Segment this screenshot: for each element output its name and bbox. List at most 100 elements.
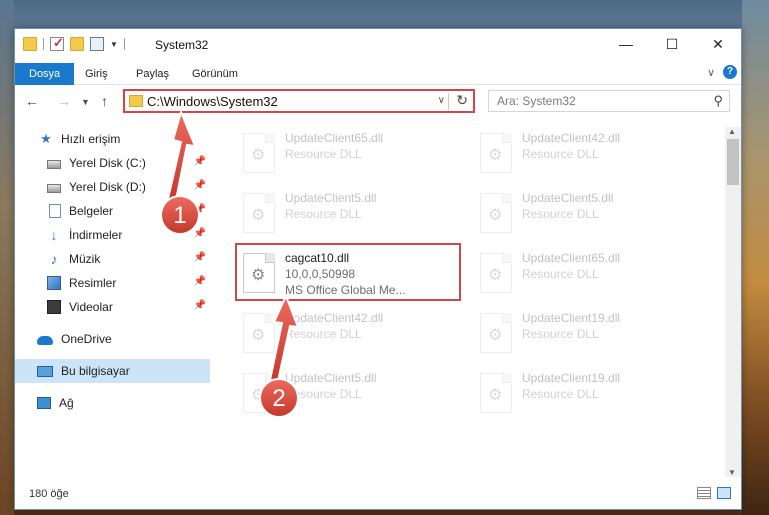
file-item[interactable]: ⚙ UpdateClient19.dll Resource DLL <box>474 365 700 423</box>
pin-icon[interactable]: 📌 <box>194 228 206 239</box>
file-item[interactable]: ⚙ UpdateClient5.dll Resource DLL <box>474 185 700 243</box>
file-item[interactable]: ⚙ UpdateClient19.dll Resource DLL <box>474 305 700 363</box>
window-title: System32 <box>155 38 209 52</box>
file-name: UpdateClient65.dll <box>285 131 384 145</box>
downloads-icon: ↓ <box>50 227 58 243</box>
refresh-icon[interactable]: ↻ <box>456 92 468 109</box>
file-item[interactable]: ⚙ UpdateClient5.dll Resource DLL <box>237 365 463 423</box>
recent-locations-dropdown[interactable]: ▼ <box>81 97 90 107</box>
sidebar-item-this-pc[interactable]: Bu bilgisayar <box>15 359 210 383</box>
dll-file-icon: ⚙ <box>243 193 275 233</box>
tab-file[interactable]: Dosya <box>15 63 75 85</box>
customize-toolbar-dropdown[interactable]: ▼ <box>110 40 118 49</box>
sidebar-item-label: Belgeler <box>69 204 114 218</box>
tab-home[interactable]: Giriş <box>74 63 119 85</box>
file-type: Resource DLL <box>522 327 599 341</box>
properties-icon[interactable] <box>90 37 104 51</box>
maximize-button[interactable]: ☐ <box>649 29 695 59</box>
file-version: 10,0,0,50998 <box>285 267 356 281</box>
explorer-window: ▼ System32 — ☐ ✕ Dosya Giriş Paylaş Görü… <box>14 28 742 510</box>
file-item[interactable]: ⚙ UpdateClient65.dll Resource DLL <box>474 245 700 303</box>
search-icon[interactable]: ⚲ <box>713 93 723 109</box>
dll-file-icon: ⚙ <box>243 133 275 173</box>
minimize-button[interactable]: — <box>603 29 649 59</box>
sidebar-item-label: Hızlı erişim <box>61 132 121 146</box>
properties-check-icon[interactable] <box>50 35 64 51</box>
navigation-pane: ★ Hızlı erişim Yerel Disk (C:) 📌 Yerel D… <box>15 125 210 485</box>
sidebar-item-local-disk-d[interactable]: Yerel Disk (D:) 📌 <box>15 175 210 199</box>
help-icon[interactable]: ? <box>723 65 737 79</box>
pin-icon[interactable]: 📌 <box>194 276 206 287</box>
pin-icon[interactable]: 📌 <box>194 204 206 215</box>
sidebar-item-videos[interactable]: Videolar 📌 <box>15 295 210 319</box>
file-name: UpdateClient5.dll <box>285 371 377 385</box>
close-button[interactable]: ✕ <box>695 29 741 59</box>
sidebar-item-label: Yerel Disk (D:) <box>69 180 146 194</box>
tab-view[interactable]: Görünüm <box>181 63 249 85</box>
pin-icon[interactable]: 📌 <box>194 252 206 263</box>
expand-ribbon-icon[interactable]: ∨ <box>707 66 715 79</box>
file-type: Resource DLL <box>285 147 362 161</box>
pin-icon[interactable]: 📌 <box>194 180 206 191</box>
scroll-up-icon[interactable]: ▲ <box>728 127 736 136</box>
pictures-icon <box>47 276 61 290</box>
network-icon <box>37 397 51 409</box>
details-view-icon[interactable] <box>697 487 711 499</box>
file-name: UpdateClient5.dll <box>522 191 614 205</box>
forward-arrow-icon[interactable]: → <box>57 93 71 109</box>
file-item[interactable]: ⚙ UpdateClient42.dll Resource DLL <box>474 125 700 183</box>
address-bar[interactable]: C:\Windows\System32 ∨ ↻ <box>123 89 475 113</box>
dll-file-icon: ⚙ <box>480 313 512 353</box>
sidebar-item-label: Bu bilgisayar <box>61 364 130 378</box>
sidebar-item-onedrive[interactable]: OneDrive <box>15 327 210 351</box>
drive-icon <box>47 184 61 193</box>
status-bar: 180 öğe <box>15 481 741 509</box>
sidebar-item-documents[interactable]: Belgeler 📌 <box>15 199 210 223</box>
file-description: MS Office Global Me... <box>285 283 406 297</box>
sidebar-item-quick-access[interactable]: ★ Hızlı erişim <box>15 127 210 151</box>
tab-share[interactable]: Paylaş <box>125 63 180 85</box>
up-arrow-icon[interactable]: ↑ <box>101 93 108 109</box>
file-type: Resource DLL <box>522 207 599 221</box>
file-type: Resource DLL <box>285 387 362 401</box>
search-input[interactable]: Ara: System32 ⚲ <box>488 90 730 112</box>
dll-file-icon: ⚙ <box>480 373 512 413</box>
address-path[interactable]: C:\Windows\System32 <box>147 94 278 109</box>
quick-access-toolbar: ▼ <box>23 35 125 51</box>
sidebar-item-label: Ağ <box>59 396 74 410</box>
address-history-dropdown[interactable]: ∨ <box>438 95 445 106</box>
scroll-thumb[interactable] <box>727 139 739 185</box>
file-type: Resource DLL <box>285 327 362 341</box>
sidebar-item-local-disk-c[interactable]: Yerel Disk (C:) 📌 <box>15 151 210 175</box>
desktop-wallpaper-left <box>0 0 14 515</box>
sidebar-item-label: Müzik <box>69 252 101 266</box>
vertical-scrollbar[interactable]: ▲ ▼ <box>725 127 741 477</box>
folder-icon <box>23 37 37 51</box>
file-name: cagcat10.dll <box>285 251 350 265</box>
file-type: Resource DLL <box>522 267 599 281</box>
onedrive-icon <box>37 336 53 345</box>
sidebar-item-music[interactable]: ♪ Müzik 📌 <box>15 247 210 271</box>
videos-icon <box>47 300 61 314</box>
file-name: UpdateClient19.dll <box>522 371 621 385</box>
file-item[interactable]: ⚙ UpdateClient42.dll Resource DLL <box>237 305 463 363</box>
tiles-view-icon[interactable] <box>717 487 731 499</box>
scroll-down-icon[interactable]: ▼ <box>728 468 736 477</box>
window-controls: — ☐ ✕ <box>603 29 741 59</box>
pin-icon[interactable]: 📌 <box>194 156 206 167</box>
sidebar-item-downloads[interactable]: ↓ İndirmeler 📌 <box>15 223 210 247</box>
sidebar-item-label: Resimler <box>69 276 117 290</box>
toolbar-divider <box>43 38 44 50</box>
sidebar-item-label: İndirmeler <box>69 228 123 242</box>
star-icon: ★ <box>40 131 52 146</box>
ribbon-right: ∨ ? <box>707 65 737 79</box>
new-folder-icon[interactable] <box>70 37 84 51</box>
sidebar-item-network[interactable]: Ağ <box>15 391 210 415</box>
file-item[interactable]: ⚙ UpdateClient65.dll Resource DLL <box>237 125 463 183</box>
pin-icon[interactable]: 📌 <box>194 300 206 311</box>
file-item[interactable]: ⚙ UpdateClient5.dll Resource DLL <box>237 185 463 243</box>
sidebar-item-pictures[interactable]: Resimler 📌 <box>15 271 210 295</box>
file-item-cagcat10[interactable]: ⚙ cagcat10.dll 10,0,0,50998 MS Office Gl… <box>235 243 461 301</box>
back-arrow-icon[interactable]: ← <box>25 93 39 109</box>
documents-icon <box>49 204 61 218</box>
